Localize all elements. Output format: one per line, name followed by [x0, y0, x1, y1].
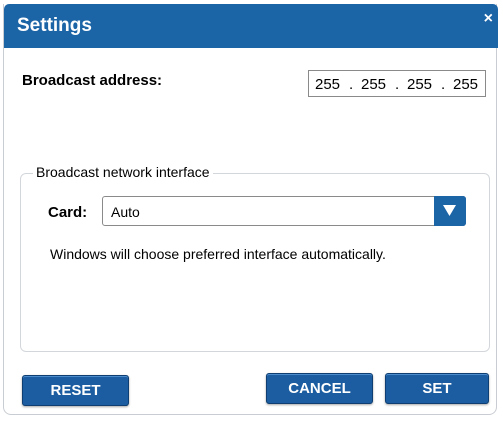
card-select[interactable]: Auto — [102, 196, 466, 226]
octet-2[interactable]: 255 — [361, 76, 386, 93]
octet-1[interactable]: 255 — [315, 76, 340, 93]
octet-3[interactable]: 255 — [407, 76, 432, 93]
set-button[interactable]: SET — [385, 373, 489, 404]
octet-separator: . — [395, 76, 400, 93]
dropdown-button[interactable] — [434, 196, 466, 226]
card-hint-text: Windows will choose preferred interface … — [50, 246, 386, 262]
dialog-title: Settings — [17, 15, 92, 36]
title-bar: Settings × — [4, 4, 498, 48]
reset-button[interactable]: RESET — [22, 375, 129, 406]
chevron-down-icon — [443, 205, 456, 216]
octet-separator: . — [441, 76, 446, 93]
close-icon[interactable]: × — [484, 11, 493, 27]
octet-separator: . — [349, 76, 354, 93]
cancel-button[interactable]: CANCEL — [266, 373, 373, 404]
broadcast-address-input[interactable]: 255 . 255 . 255 . 255 — [308, 70, 486, 97]
card-label: Card: — [48, 204, 88, 221]
octet-4[interactable]: 255 — [453, 76, 478, 93]
card-select-value: Auto — [111, 204, 140, 220]
broadcast-address-label: Broadcast address: — [22, 72, 163, 89]
group-legend: Broadcast network interface — [33, 164, 213, 180]
